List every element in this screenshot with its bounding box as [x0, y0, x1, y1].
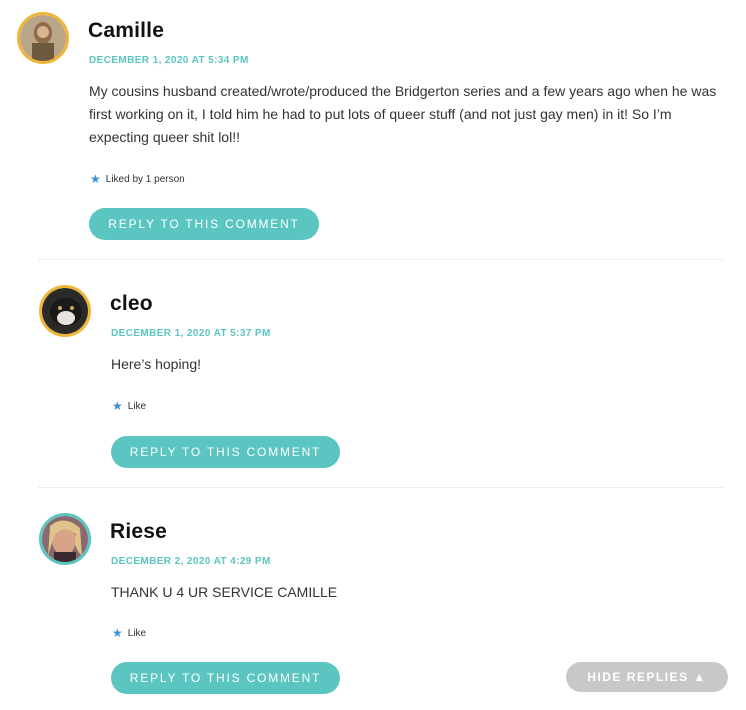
like-row[interactable]: ★ Liked by 1 person: [90, 172, 185, 186]
avatar-camille-image: [20, 15, 66, 61]
comment-author[interactable]: cleo: [110, 292, 153, 316]
star-icon: ★: [112, 626, 123, 640]
comment-date[interactable]: DECEMBER 1, 2020 AT 5:37 PM: [111, 328, 271, 339]
comment-author[interactable]: Riese: [110, 520, 167, 544]
like-label[interactable]: Like: [128, 401, 146, 412]
divider: [39, 259, 724, 260]
star-icon: ★: [112, 399, 123, 413]
star-icon: ★: [90, 172, 101, 186]
avatar-riese-image: [42, 516, 88, 562]
like-label[interactable]: Like: [128, 628, 146, 639]
like-row[interactable]: ★ Like: [112, 399, 146, 413]
hide-replies-button[interactable]: HIDE REPLIES ▲: [566, 662, 728, 692]
comment-date[interactable]: DECEMBER 1, 2020 AT 5:34 PM: [89, 55, 249, 66]
reply-button[interactable]: REPLY TO THIS COMMENT: [111, 662, 340, 694]
comment-text: THANK U 4 UR SERVICE CAMILLE: [111, 584, 338, 600]
avatar[interactable]: [39, 285, 91, 337]
avatar-cleo-image: [42, 288, 88, 334]
reply-button[interactable]: REPLY TO THIS COMMENT: [111, 436, 340, 468]
reply-button[interactable]: REPLY TO THIS COMMENT: [89, 208, 319, 240]
like-label[interactable]: Liked by 1 person: [106, 174, 185, 185]
comment-text: My cousins husband created/wrote/produce…: [89, 83, 717, 145]
comment-author[interactable]: Camille: [88, 19, 164, 43]
like-row[interactable]: ★ Like: [112, 626, 146, 640]
avatar[interactable]: [39, 513, 91, 565]
comment-date[interactable]: DECEMBER 2, 2020 AT 4:29 PM: [111, 556, 271, 567]
divider: [39, 487, 724, 488]
avatar[interactable]: [17, 12, 69, 64]
comment-text: Here’s hoping!: [111, 356, 202, 372]
